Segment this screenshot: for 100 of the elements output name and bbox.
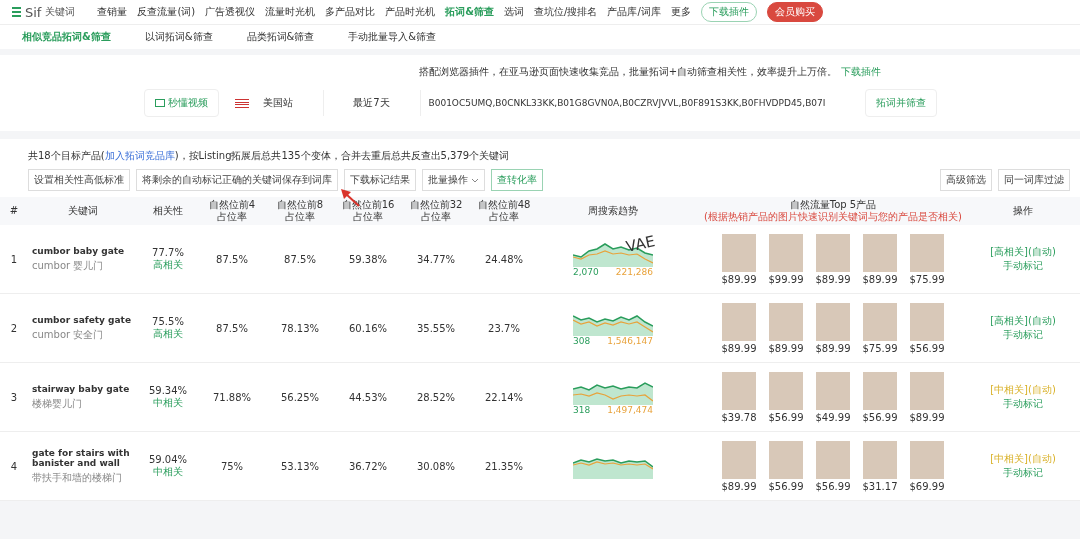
table-cell-text: 28.52% bbox=[415, 391, 457, 403]
product-price: $99.99 bbox=[768, 273, 804, 285]
table-cell-text: 23.7% bbox=[487, 322, 521, 334]
trend-min-value: 2,070 bbox=[573, 267, 599, 277]
photo-placeholder[interactable] bbox=[722, 302, 756, 341]
column-header[interactable]: 自然位前32 占位率 bbox=[402, 199, 470, 223]
column-header[interactable]: 自然位前48 占位率 bbox=[470, 199, 538, 223]
photo-placeholder[interactable] bbox=[863, 233, 897, 272]
photo-placeholder[interactable] bbox=[769, 233, 803, 272]
row-number: 2 bbox=[9, 322, 19, 334]
nav-item[interactable]: 广告透视仪 bbox=[205, 5, 256, 19]
expand-and-screen-button[interactable]: 拓词并筛查 bbox=[864, 89, 937, 117]
photo-placeholder[interactable] bbox=[816, 302, 850, 341]
manual-mark-link[interactable]: 手动标记 bbox=[1003, 328, 1043, 342]
nav-item[interactable]: 查销量 bbox=[97, 5, 128, 19]
trend-min-value: 308 bbox=[573, 336, 591, 346]
action-button[interactable]: 设置相关性高低标准 bbox=[28, 169, 130, 191]
nav-item[interactable]: 反查流量(词) bbox=[137, 5, 196, 19]
column-header: 关键词 bbox=[67, 205, 99, 217]
filter-button[interactable]: 高级筛选 bbox=[940, 169, 992, 191]
summary-text: 共18个目标产品(加入拓词竞品库)，按Listing拓展后总共135个变体，合并去重后总共反查出5,379个关键词 bbox=[28, 149, 511, 163]
photo-placeholder[interactable] bbox=[722, 233, 756, 272]
subtab[interactable]: 相似竞品拓词&筛查 bbox=[22, 30, 111, 44]
nav-item[interactable]: 产品库/词库 bbox=[607, 5, 661, 19]
download-plugin-link[interactable]: 下载插件 bbox=[841, 66, 882, 77]
column-header: 相关性 bbox=[152, 205, 184, 217]
video-button[interactable]: 秒懂视频 bbox=[143, 89, 219, 117]
manual-mark-link[interactable]: 手动标记 bbox=[1003, 259, 1043, 273]
conversion-rate-button[interactable]: 查转化率 bbox=[491, 169, 544, 191]
photo-placeholder[interactable] bbox=[816, 233, 850, 272]
action-button[interactable]: 将剩余的自动标记正确的关键词保存到词库 bbox=[136, 169, 338, 191]
nav-item[interactable]: 查坑位/搜排名 bbox=[534, 5, 598, 19]
table-cell-text: 44.53% bbox=[347, 391, 389, 403]
column-header: # bbox=[8, 205, 20, 217]
trend-min-value: 318 bbox=[573, 405, 591, 415]
row-number: 4 bbox=[9, 460, 19, 472]
photo-placeholder[interactable] bbox=[769, 440, 803, 479]
table-cell-text: 87.5% bbox=[283, 253, 317, 265]
batch-operation-dropdown[interactable]: 批量操作 bbox=[422, 169, 486, 191]
photo-placeholder[interactable] bbox=[910, 440, 944, 479]
handwritten-annotation: VAE bbox=[624, 232, 657, 256]
nav-item[interactable]: 拓词&筛查 bbox=[445, 5, 494, 19]
keyword-text: stairway baby gate bbox=[32, 383, 131, 394]
photo-placeholder[interactable] bbox=[863, 302, 897, 341]
marketplace-select[interactable]: 美国站 bbox=[226, 90, 324, 116]
column-header[interactable]: 自然位前8 占位率 bbox=[266, 199, 334, 223]
photo-placeholder[interactable] bbox=[722, 371, 756, 410]
column-header[interactable]: 自然位前4 占位率 bbox=[198, 199, 266, 223]
filter-button[interactable]: 同一词库过滤 bbox=[998, 169, 1070, 191]
relevance-label: 中相关 bbox=[153, 395, 183, 410]
photo-placeholder[interactable] bbox=[863, 440, 897, 479]
trend-max-value: 1,497,474 bbox=[607, 405, 653, 415]
hint-text: 搭配浏览器插件，在亚马逊页面快速收集竞品，批量拓词+自动筛查相关性，效率提升上万倍。 下载插件 bbox=[418, 65, 882, 79]
product-price: $31.17 bbox=[862, 480, 898, 492]
photo-placeholder[interactable] bbox=[910, 371, 944, 410]
brand-logo[interactable]: Sif 关键词 bbox=[12, 4, 76, 20]
photo-placeholder[interactable] bbox=[910, 233, 944, 272]
photo-placeholder[interactable] bbox=[910, 302, 944, 341]
nav-item[interactable]: 多产品对比 bbox=[325, 5, 376, 19]
photo-placeholder[interactable] bbox=[863, 371, 897, 410]
asin-input-field[interactable]: B001OC5UMQ,B0CNKL33KK,B01G8GVN0A,B0CZRVJVVL,B0F891S3KK,B0FHVDPD45,B07I bbox=[420, 91, 857, 115]
nav-item[interactable]: 更多 bbox=[670, 5, 691, 19]
table-cell-text: 21.35% bbox=[483, 460, 525, 472]
menu-icon[interactable] bbox=[12, 7, 21, 17]
product-price: $89.99 bbox=[721, 342, 757, 354]
relevance-label: 高相关 bbox=[153, 326, 183, 341]
manual-mark-link[interactable]: 手动标记 bbox=[1003, 466, 1043, 480]
product-price: $75.99 bbox=[862, 342, 898, 354]
product-price: $56.99 bbox=[768, 411, 804, 423]
download-plugin-button[interactable]: 下载插件 bbox=[700, 2, 757, 22]
keyword-text: gate for stairs with banister and wall bbox=[32, 447, 131, 468]
keyword-translation: cumbor 安全门 bbox=[32, 327, 105, 342]
manual-mark-link[interactable]: 手动标记 bbox=[1003, 397, 1043, 411]
add-to-library-link[interactable]: 加入拓词竞品库 bbox=[104, 150, 175, 161]
video-icon bbox=[154, 99, 165, 107]
nav-item[interactable]: 选词 bbox=[504, 5, 524, 19]
table-cell-text: 59.38% bbox=[347, 253, 389, 265]
table-cell-text: 53.13% bbox=[279, 460, 321, 472]
nav-item[interactable]: 产品时光机 bbox=[385, 5, 436, 19]
photo-placeholder[interactable] bbox=[816, 371, 850, 410]
subtab[interactable]: 手动批量导入&筛查 bbox=[348, 30, 437, 44]
photo-placeholder[interactable] bbox=[816, 440, 850, 479]
product-price: $89.99 bbox=[721, 273, 757, 285]
photo-placeholder[interactable] bbox=[769, 371, 803, 410]
row-number: 3 bbox=[9, 391, 19, 403]
subtab[interactable]: 以词拓词&筛查 bbox=[144, 30, 213, 44]
product-price: $75.99 bbox=[909, 273, 945, 285]
table-cell-text: 60.16% bbox=[347, 322, 389, 334]
row-number: 1 bbox=[9, 253, 19, 265]
period-select[interactable]: 最近7天 bbox=[323, 90, 421, 116]
photo-placeholder[interactable] bbox=[769, 302, 803, 341]
photo-placeholder[interactable] bbox=[722, 440, 756, 479]
nav-item[interactable]: 流量时光机 bbox=[265, 5, 316, 19]
relevance-mark: [中相关](自动) bbox=[990, 452, 1056, 466]
subtab[interactable]: 品类拓词&筛查 bbox=[246, 30, 315, 44]
product-price: $69.99 bbox=[909, 480, 945, 492]
buy-membership-button[interactable]: 会员购买 bbox=[766, 2, 823, 22]
product-price: $89.99 bbox=[721, 480, 757, 492]
action-button[interactable]: 下载标记结果 bbox=[344, 169, 416, 191]
table-cell-text: 87.5% bbox=[215, 253, 249, 265]
